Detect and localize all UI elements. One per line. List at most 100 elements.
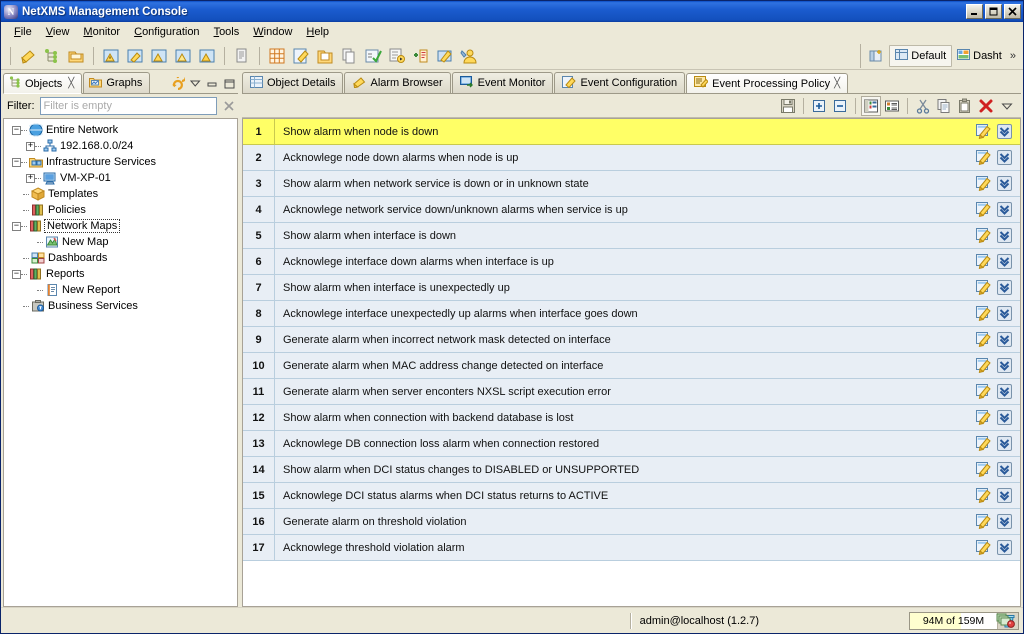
table-row[interactable]: 11 Generate alarm when server enconters N… [243, 379, 1020, 405]
rule-edit-icon[interactable] [976, 540, 991, 555]
show-filter-icon[interactable] [861, 95, 881, 116]
table-row[interactable]: 1 Show alarm when node is down [243, 119, 1020, 145]
rule-edit-icon[interactable] [976, 358, 991, 373]
rule-edit-icon[interactable] [976, 462, 991, 477]
rule-edit-icon[interactable] [976, 280, 991, 295]
show-details-icon[interactable] [882, 96, 902, 116]
expander-collapse-icon[interactable]: − [12, 125, 21, 135]
menu-window[interactable]: Window [246, 24, 299, 40]
tree-item-vm-xp-01[interactable]: + VM-XP-01 [4, 170, 237, 186]
close-icon[interactable]: ╳ [68, 78, 74, 89]
screen-edit-icon[interactable] [434, 45, 456, 67]
rule-edit-icon[interactable] [976, 228, 991, 243]
menu-help[interactable]: Help [299, 24, 336, 40]
tree-item-templates[interactable]: Templates [4, 186, 237, 202]
copy-icon[interactable] [934, 96, 954, 116]
open-perspective-icon[interactable] [866, 45, 888, 67]
tree-item-business-services[interactable]: Business Services [4, 298, 237, 314]
rule-edit-icon[interactable] [976, 254, 991, 269]
tab-object-details[interactable]: Object Details [242, 72, 344, 93]
rule-edit-icon[interactable] [976, 150, 991, 165]
rule-edit-icon[interactable] [976, 306, 991, 321]
alarm-edit-icon[interactable] [124, 45, 146, 67]
tree-item-infrastructure-services[interactable]: − Infrastructure Services [4, 154, 237, 170]
rule-list[interactable]: 1 Show alarm when node is down 2 Acknowlege… [242, 118, 1021, 607]
rule-expand-chevron-icon[interactable] [997, 280, 1012, 295]
refresh-link-icon[interactable] [171, 77, 185, 90]
copy-page-icon[interactable] [231, 45, 253, 67]
rule-expand-chevron-icon[interactable] [997, 254, 1012, 269]
tab-event-monitor[interactable]: Event Monitor [451, 72, 554, 93]
paste-icon[interactable] [955, 96, 975, 116]
rule-expand-chevron-icon[interactable] [997, 384, 1012, 399]
rule-expand-chevron-icon[interactable] [997, 332, 1012, 347]
rule-edit-icon[interactable] [976, 436, 991, 451]
open-folder-icon[interactable] [65, 45, 87, 67]
edit-note-icon[interactable] [290, 45, 312, 67]
cut-icon[interactable] [913, 96, 933, 116]
tree-item-dashboards[interactable]: Dashboards [4, 250, 237, 266]
rule-expand-chevron-icon[interactable] [997, 176, 1012, 191]
object-tree[interactable]: − Entire Network + 192.168.0.0/24 − Infr… [3, 118, 238, 607]
collapse-all-icon[interactable] [830, 96, 850, 116]
search-input[interactable] [39, 97, 217, 115]
object-tree-icon[interactable] [41, 45, 63, 67]
tree-item-subnet[interactable]: + 192.168.0.0/24 [4, 138, 237, 154]
rule-expand-chevron-icon[interactable] [997, 462, 1012, 477]
rule-expand-chevron-icon[interactable] [997, 150, 1012, 165]
script-run-icon[interactable] [386, 45, 408, 67]
table-row[interactable]: 3 Show alarm when network service is down… [243, 171, 1020, 197]
menu-configuration[interactable]: Configuration [127, 24, 206, 40]
open-package-icon[interactable] [314, 45, 336, 67]
rule-expand-chevron-icon[interactable] [997, 124, 1012, 139]
tab-event-processing-policy[interactable]: Event Processing Policy ╳ [686, 73, 849, 93]
rule-expand-chevron-icon[interactable] [997, 306, 1012, 321]
user-manage-icon[interactable] [458, 45, 480, 67]
perspective-default[interactable]: Default [889, 45, 953, 67]
alarm-view-icon[interactable] [100, 45, 122, 67]
tab-graphs[interactable]: Graphs [83, 72, 151, 93]
rule-edit-icon[interactable] [976, 176, 991, 191]
tree-item-reports[interactable]: − Reports [4, 266, 237, 282]
table-row[interactable]: 6 Acknowlege interface down alarms when i… [243, 249, 1020, 275]
rule-expand-chevron-icon[interactable] [997, 410, 1012, 425]
expander-collapse-icon[interactable]: − [12, 221, 21, 231]
expander-expand-icon[interactable]: + [26, 141, 35, 151]
rule-edit-icon[interactable] [976, 410, 991, 425]
duplicate-icon[interactable] [338, 45, 360, 67]
rule-expand-chevron-icon[interactable] [997, 540, 1012, 555]
tree-item-new-report[interactable]: New Report [4, 282, 237, 298]
expander-collapse-icon[interactable]: − [12, 157, 21, 167]
maximize-view-icon[interactable] [222, 77, 236, 90]
tree-item-entire-network[interactable]: − Entire Network [4, 122, 237, 138]
resize-grip[interactable] [1009, 619, 1021, 631]
expander-expand-icon[interactable]: + [26, 173, 35, 183]
alarm-browser-icon[interactable] [17, 45, 39, 67]
rule-edit-icon[interactable] [976, 124, 991, 139]
delete-icon[interactable] [976, 96, 996, 116]
expand-all-icon[interactable] [809, 96, 829, 116]
rule-edit-icon[interactable] [976, 332, 991, 347]
minimize-button[interactable] [966, 4, 983, 19]
checklist-icon[interactable] [362, 45, 384, 67]
maximize-button[interactable] [985, 4, 1002, 19]
tree-item-network-maps[interactable]: − Network Maps [4, 218, 237, 234]
table-row[interactable]: 12 Show alarm when connection with backen… [243, 405, 1020, 431]
view-menu-chevron-icon[interactable] [997, 96, 1017, 116]
rule-expand-chevron-icon[interactable] [997, 436, 1012, 451]
close-button[interactable] [1004, 4, 1021, 19]
table-row[interactable]: 2 Acknowlege node down alarms when node i… [243, 145, 1020, 171]
rule-edit-icon[interactable] [976, 514, 991, 529]
menu-tools[interactable]: Tools [207, 24, 247, 40]
table-row[interactable]: 17 Acknowlege threshold violation alarm [243, 535, 1020, 561]
table-row[interactable]: 16 Generate alarm on threshold violation [243, 509, 1020, 535]
table-row[interactable]: 4 Acknowlege network service down/unknown… [243, 197, 1020, 223]
alarm-minor-icon[interactable] [172, 45, 194, 67]
tree-item-new-map[interactable]: New Map [4, 234, 237, 250]
alarm-warning-icon[interactable] [148, 45, 170, 67]
rule-edit-icon[interactable] [976, 202, 991, 217]
menu-view[interactable]: View [39, 24, 77, 40]
save-icon[interactable] [778, 96, 798, 116]
grid-icon[interactable] [266, 45, 288, 67]
perspective-overflow-button[interactable]: » [1007, 50, 1019, 62]
